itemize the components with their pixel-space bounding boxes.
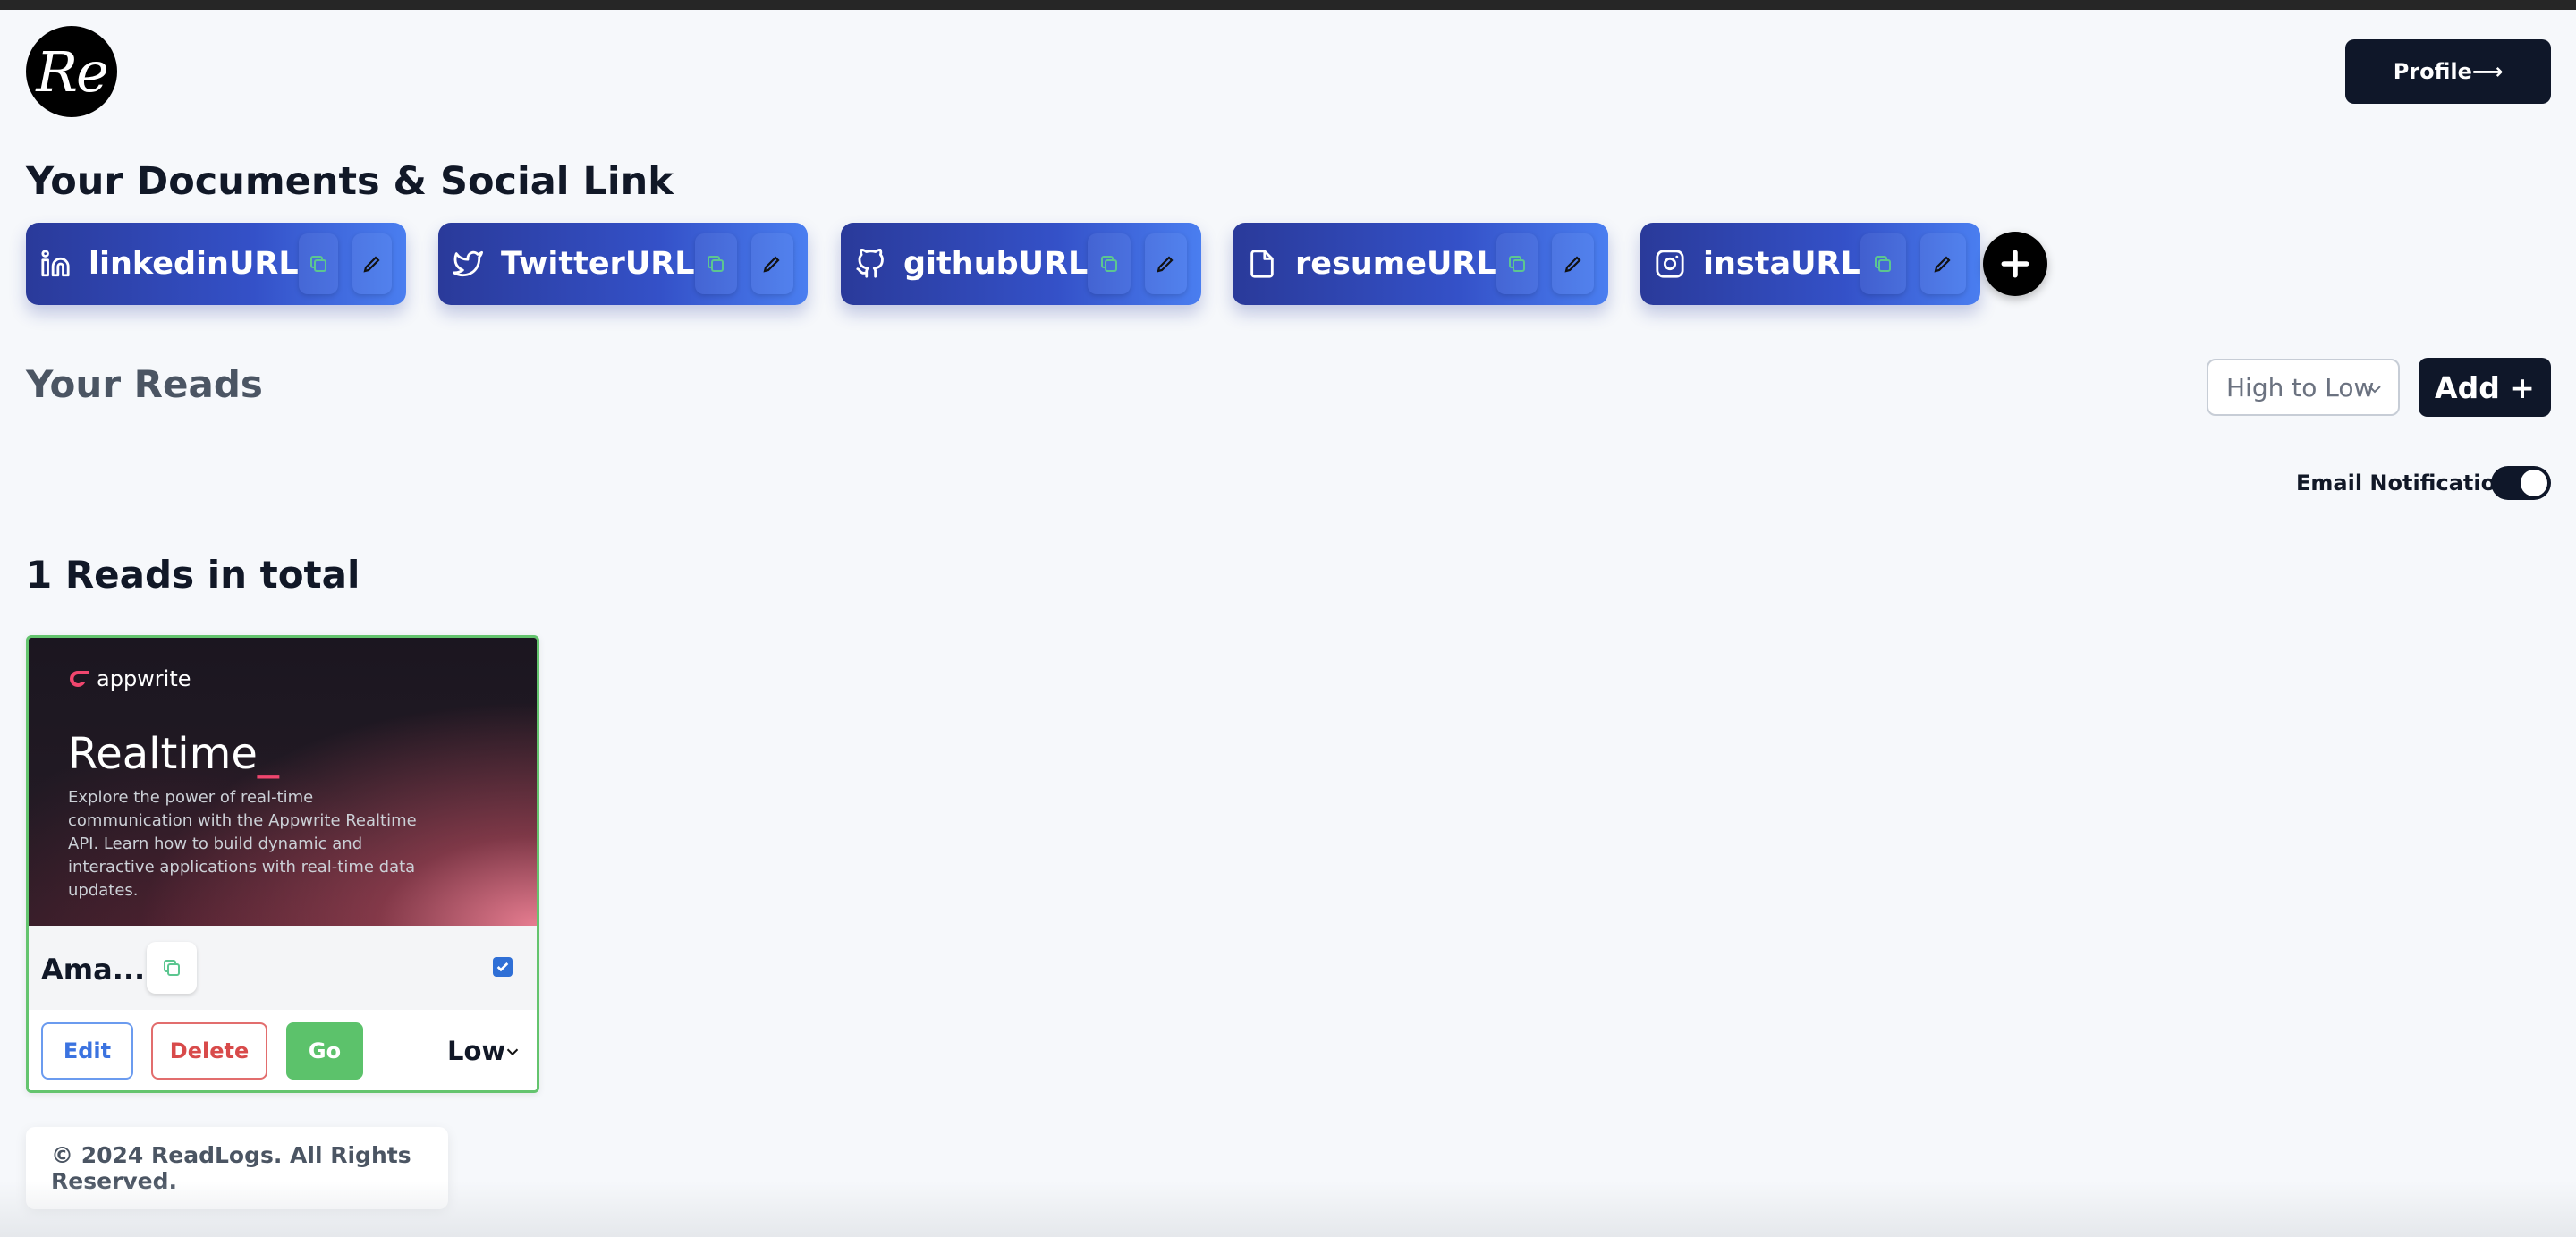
edit-link-button[interactable] xyxy=(352,233,392,294)
edit-link-button[interactable] xyxy=(1144,233,1187,294)
copy-icon xyxy=(1101,256,1117,272)
copy-icon xyxy=(309,256,326,272)
edit-link-button[interactable] xyxy=(1919,233,1966,294)
copy-read-link-button[interactable] xyxy=(147,942,197,994)
sort-select[interactable]: High to Low xyxy=(2207,359,2400,416)
copy-link-button[interactable] xyxy=(1088,233,1131,294)
email-notifications-label: Email Notifications xyxy=(2296,470,2524,496)
link-label: resumeURL xyxy=(1295,246,1496,282)
copy-link-button[interactable] xyxy=(298,233,338,294)
edit-link-button[interactable] xyxy=(750,233,793,294)
link-label: linkedinURL xyxy=(89,246,299,282)
chevron-down-icon xyxy=(506,1048,519,1056)
chevron-down-icon xyxy=(2368,386,2381,394)
thumbnail-title: Realtime_ xyxy=(68,729,279,779)
link-label: instaURL xyxy=(1703,246,1860,282)
copy-icon xyxy=(164,960,180,976)
read-card-actions: Edit Delete Go Low xyxy=(29,1010,537,1090)
pencil-icon xyxy=(1157,256,1174,273)
links-section-title: Your Documents & Social Link xyxy=(26,159,674,204)
read-checkbox[interactable] xyxy=(493,957,513,977)
link-chip-resume[interactable]: resumeURL xyxy=(1233,223,1608,305)
read-thumbnail[interactable]: appwrite Realtime_ Explore the power of … xyxy=(29,638,537,926)
delete-button[interactable]: Delete xyxy=(151,1022,267,1080)
reads-section-title: Your Reads xyxy=(26,362,263,406)
checkmark-icon xyxy=(496,962,509,972)
copy-link-button[interactable] xyxy=(1496,233,1538,294)
toggle-knob xyxy=(2521,470,2547,496)
document-icon xyxy=(1247,248,1277,280)
appwrite-icon xyxy=(70,671,89,687)
bottom-shadow xyxy=(0,1181,2576,1237)
copy-icon xyxy=(1875,256,1892,272)
linkedin-icon xyxy=(40,248,71,280)
thumbnail-cursor: _ xyxy=(257,729,279,779)
add-read-button[interactable]: Add + xyxy=(2419,358,2551,417)
copy-link-button[interactable] xyxy=(1860,233,1906,294)
pencil-icon xyxy=(363,256,380,273)
profile-button[interactable]: Profile⟶ xyxy=(2345,39,2551,104)
logo-text: Re xyxy=(36,38,108,105)
link-chip-github[interactable]: githubURL xyxy=(841,223,1201,305)
top-bar xyxy=(0,0,2576,10)
edit-button[interactable]: Edit xyxy=(41,1022,133,1080)
brand-logo: appwrite xyxy=(68,666,191,691)
link-label: githubURL xyxy=(903,246,1089,282)
thumbnail-description: Explore the power of real-time communica… xyxy=(68,788,417,900)
pencil-icon xyxy=(763,256,780,273)
edit-link-button[interactable] xyxy=(1552,233,1594,294)
copy-icon xyxy=(708,256,724,272)
reads-count: 1 Reads in total xyxy=(26,553,360,597)
github-icon xyxy=(855,248,886,280)
read-title: Ama... xyxy=(41,953,146,987)
read-card-title-row: Ama... xyxy=(29,926,537,1010)
link-chip-twitter[interactable]: TwitterURL xyxy=(438,223,808,305)
priority-value: Low xyxy=(447,1036,506,1066)
link-label: TwitterURL xyxy=(501,246,695,282)
profile-button-label: Profile⟶ xyxy=(2393,59,2504,84)
add-read-label: Add + xyxy=(2435,369,2535,405)
read-card: appwrite Realtime_ Explore the power of … xyxy=(26,635,539,1093)
link-chip-instagram[interactable]: instaURL xyxy=(1640,223,1980,305)
copy-icon xyxy=(1508,256,1525,272)
email-notifications-toggle[interactable] xyxy=(2491,466,2551,500)
pencil-icon xyxy=(1934,256,1951,273)
plus-icon xyxy=(2001,250,2029,278)
copy-link-button[interactable] xyxy=(694,233,737,294)
go-button[interactable]: Go xyxy=(286,1022,363,1080)
app-logo[interactable]: Re xyxy=(26,26,117,117)
sort-selected-value: High to Low xyxy=(2226,372,2375,402)
pencil-icon xyxy=(1564,256,1581,273)
instagram-icon xyxy=(1655,248,1685,280)
link-chip-linkedin[interactable]: linkedinURL xyxy=(26,223,406,305)
thumbnail-title-text: Realtime xyxy=(68,729,258,779)
add-link-button[interactable] xyxy=(1983,232,2047,296)
priority-select[interactable]: Low xyxy=(440,1029,530,1072)
brand-name: appwrite xyxy=(97,666,191,691)
twitter-icon xyxy=(453,248,483,280)
